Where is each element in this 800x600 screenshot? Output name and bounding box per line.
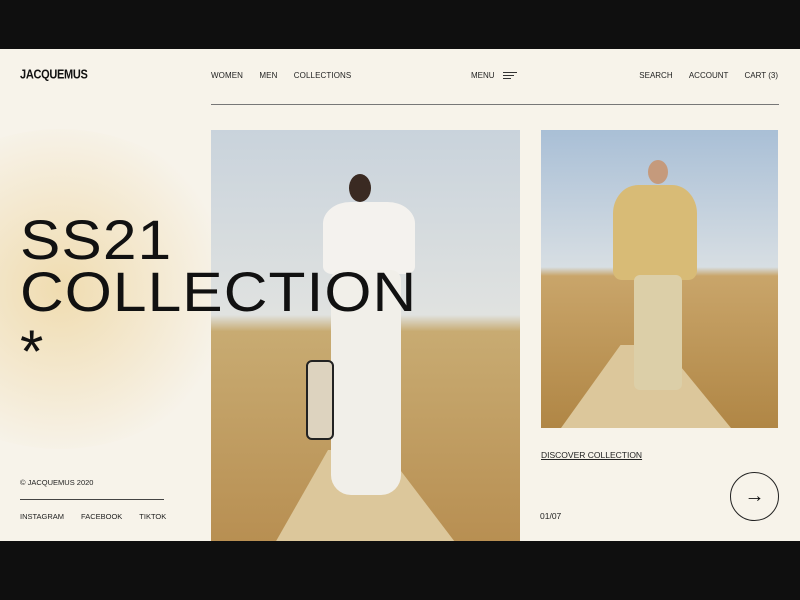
hero-image-man (541, 130, 778, 428)
logo[interactable]: JACQUEMUS (20, 68, 88, 82)
nav-collections[interactable]: COLLECTIONS (294, 71, 352, 80)
link-facebook[interactable]: FACEBOOK (81, 512, 122, 521)
slide-counter: 01/07 (540, 511, 562, 521)
next-slide-button[interactable]: → (730, 472, 779, 521)
nav-search[interactable]: SEARCH (639, 71, 672, 80)
link-tiktok[interactable]: TIKTOK (139, 512, 166, 521)
nav-account[interactable]: ACCOUNT (689, 71, 728, 80)
primary-nav: WOMEN MEN COLLECTIONS (211, 71, 365, 80)
footer-divider (20, 499, 164, 500)
hero-image-woman (211, 130, 520, 541)
nav-men[interactable]: MEN (259, 71, 277, 80)
menu-label: MENU (471, 71, 495, 80)
social-links: INSTAGRAM FACEBOOK TIKTOK (20, 512, 166, 521)
header-divider (211, 104, 779, 105)
page: JACQUEMUS WOMEN MEN COLLECTIONS MENU SEA… (0, 49, 800, 541)
utility-nav: SEARCH ACCOUNT CART (3) (625, 71, 778, 80)
menu-button[interactable]: MENU (471, 71, 517, 80)
discover-collection-link[interactable]: DISCOVER COLLECTION (541, 450, 642, 460)
asterisk-icon: * (20, 318, 44, 385)
nav-cart[interactable]: CART (3) (745, 71, 779, 80)
background-glow (0, 129, 240, 449)
copyright: © JACQUEMUS 2020 (20, 478, 94, 487)
arrow-right-icon: → (744, 485, 765, 507)
nav-women[interactable]: WOMEN (211, 71, 243, 80)
hamburger-icon (502, 72, 517, 79)
link-instagram[interactable]: INSTAGRAM (20, 512, 64, 521)
